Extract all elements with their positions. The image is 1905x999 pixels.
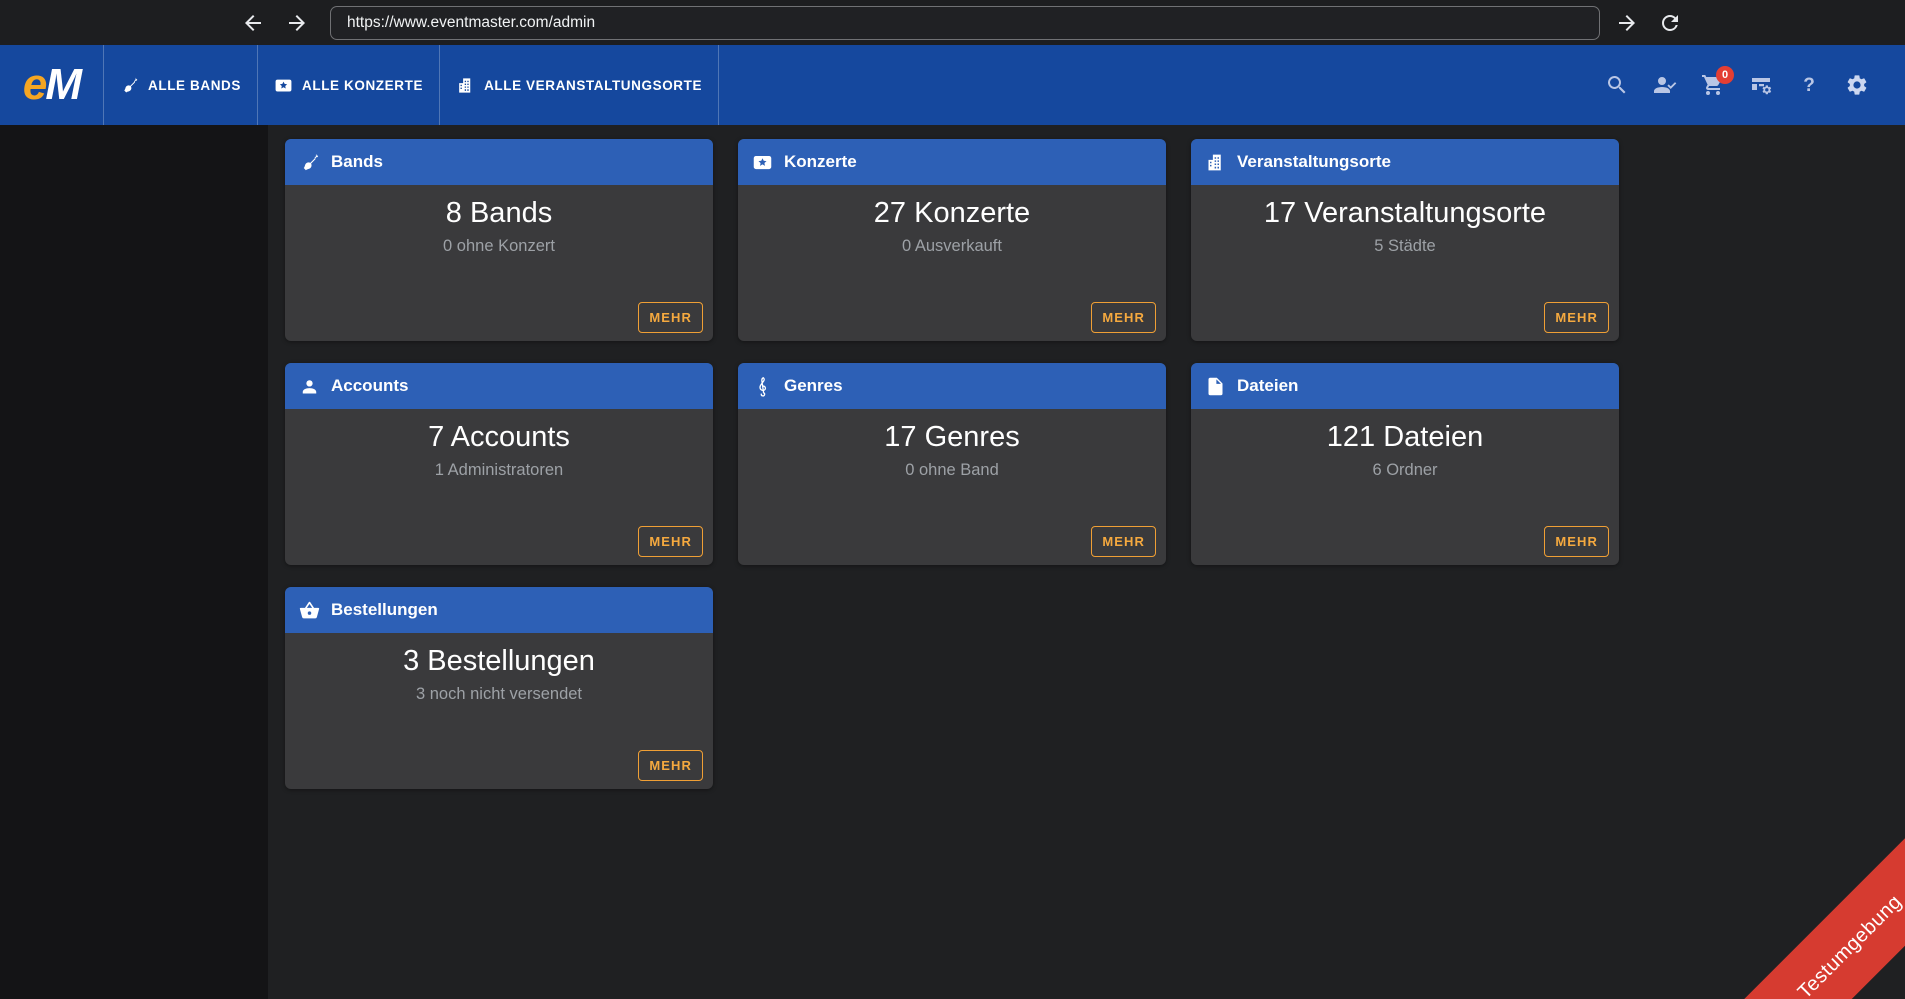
refresh-icon: [1658, 11, 1682, 35]
logo-letter-e: e: [23, 60, 45, 110]
cart-count-badge: 0: [1716, 66, 1734, 84]
dashboard-card-veranstaltungsorte: Veranstaltungsorte 17 Veranstaltungsorte 5…: [1191, 139, 1619, 341]
browser-toolbar: https://www.eventmaster.com/admin: [0, 0, 1905, 45]
table-settings-button[interactable]: [1749, 73, 1773, 97]
arrow-right-icon: [1615, 11, 1639, 35]
arrow-left-icon: [241, 11, 265, 35]
card-title: 8 Bands: [285, 197, 713, 230]
dashboard-card-accounts: Accounts 7 Accounts 1 Administratoren MEHR: [285, 363, 713, 565]
basket-icon: [299, 600, 320, 621]
browser-forward-button[interactable]: [284, 10, 310, 36]
navbar-item-label: ALLE KONZERTE: [302, 78, 423, 93]
card-subtitle: 5 Städte: [1191, 237, 1619, 256]
card-subtitle: 1 Administratoren: [285, 461, 713, 480]
card-title: 7 Accounts: [285, 421, 713, 454]
navbar-actions: 0?: [1605, 45, 1869, 125]
guitar-icon: [120, 76, 139, 95]
navbar-item-alle-bands[interactable]: ALLE BANDS: [103, 45, 257, 125]
card-subtitle: 0 ohne Konzert: [285, 237, 713, 256]
search-button[interactable]: [1605, 73, 1629, 97]
navbar-items: ALLE BANDS ALLE KONZERTE ALLE VERANSTALTUN…: [103, 45, 719, 125]
settings-icon: [1845, 73, 1869, 97]
card-subtitle: 6 Ordner: [1191, 461, 1619, 480]
dateien-mehr-button[interactable]: MEHR: [1544, 526, 1609, 557]
card-header-label: Veranstaltungsorte: [1237, 152, 1391, 172]
card-title: 121 Dateien: [1191, 421, 1619, 454]
dashboard-card-bestellungen: Bestellungen 3 Bestellungen 3 noch nicht v…: [285, 587, 713, 789]
card-subtitle: 0 Ausverkauft: [738, 237, 1166, 256]
ticket-star-icon: [752, 152, 773, 173]
account-check-button[interactable]: [1653, 73, 1677, 97]
bestellungen-mehr-button[interactable]: MEHR: [638, 750, 703, 781]
genres-mehr-button[interactable]: MEHR: [1091, 526, 1156, 557]
veranstaltungsorte-mehr-button[interactable]: MEHR: [1544, 302, 1609, 333]
card-header-label: Bands: [331, 152, 383, 172]
browser-back-button[interactable]: [240, 10, 266, 36]
person-icon: [299, 376, 320, 397]
app-logo[interactable]: eM: [0, 45, 103, 125]
navbar-item-label: ALLE VERANSTALTUNGSORTE: [484, 78, 702, 93]
card-header-label: Bestellungen: [331, 600, 438, 620]
card-header-label: Accounts: [331, 376, 408, 396]
accounts-mehr-button[interactable]: MEHR: [638, 526, 703, 557]
card-header-label: Genres: [784, 376, 843, 396]
card-header-veranstaltungsorte: Veranstaltungsorte: [1191, 139, 1619, 185]
dashboard-card-bands: Bands 8 Bands 0 ohne Konzert MEHR: [285, 139, 713, 341]
card-header-dateien: Dateien: [1191, 363, 1619, 409]
help-button[interactable]: ?: [1797, 73, 1821, 97]
arrow-right-icon: [285, 11, 309, 35]
card-subtitle: 3 noch nicht versendet: [285, 685, 713, 704]
file-icon: [1205, 376, 1226, 397]
dashboard-card-genres: Genres 17 Genres 0 ohne Band MEHR: [738, 363, 1166, 565]
search-icon: [1605, 73, 1629, 97]
card-title: 27 Konzerte: [738, 197, 1166, 230]
cart-button[interactable]: 0: [1701, 73, 1725, 97]
drawer-strip: [0, 125, 268, 999]
settings-button[interactable]: [1845, 73, 1869, 97]
dashboard-cards-grid: Bands 8 Bands 0 ohne Konzert MEHR Konzerte 27…: [285, 139, 1619, 789]
navbar-item-alle-konzerte[interactable]: ALLE KONZERTE: [257, 45, 439, 125]
bands-mehr-button[interactable]: MEHR: [638, 302, 703, 333]
ticket-star-icon: [274, 76, 293, 95]
dashboard-card-konzerte: Konzerte 27 Konzerte 0 Ausverkauft MEHR: [738, 139, 1166, 341]
konzerte-mehr-button[interactable]: MEHR: [1091, 302, 1156, 333]
table-settings-icon: [1749, 73, 1773, 97]
browser-refresh-button[interactable]: [1657, 10, 1683, 36]
navbar-item-alle-veranstaltungsorte[interactable]: ALLE VERANSTALTUNGSORTE: [439, 45, 719, 125]
svg-text:?: ?: [1803, 75, 1815, 96]
card-title: 17 Genres: [738, 421, 1166, 454]
city-icon: [456, 76, 475, 95]
card-subtitle: 0 ohne Band: [738, 461, 1166, 480]
card-header-accounts: Accounts: [285, 363, 713, 409]
browser-go-button[interactable]: [1614, 10, 1640, 36]
guitar-icon: [299, 152, 320, 173]
card-header-bands: Bands: [285, 139, 713, 185]
card-header-konzerte: Konzerte: [738, 139, 1166, 185]
card-title: 3 Bestellungen: [285, 645, 713, 678]
treble-clef-icon: [752, 376, 773, 397]
city-icon: [1205, 152, 1226, 173]
logo-letter-m: M: [45, 60, 80, 110]
card-header-label: Konzerte: [784, 152, 857, 172]
dashboard-card-dateien: Dateien 121 Dateien 6 Ordner MEHR: [1191, 363, 1619, 565]
card-header-label: Dateien: [1237, 376, 1298, 396]
dashboard-content: Bands 8 Bands 0 ohne Konzert MEHR Konzerte 27…: [0, 125, 1905, 999]
navbar-item-label: ALLE BANDS: [148, 78, 241, 93]
url-text: https://www.eventmaster.com/admin: [347, 14, 595, 32]
help-icon: ?: [1797, 73, 1821, 97]
card-header-bestellungen: Bestellungen: [285, 587, 713, 633]
account-check-icon: [1653, 73, 1677, 97]
app-navbar: eM ALLE BANDS ALLE KONZERTE ALLE VERANSTAL…: [0, 45, 1905, 125]
card-title: 17 Veranstaltungsorte: [1191, 197, 1619, 230]
card-header-genres: Genres: [738, 363, 1166, 409]
url-bar[interactable]: https://www.eventmaster.com/admin: [330, 6, 1600, 40]
